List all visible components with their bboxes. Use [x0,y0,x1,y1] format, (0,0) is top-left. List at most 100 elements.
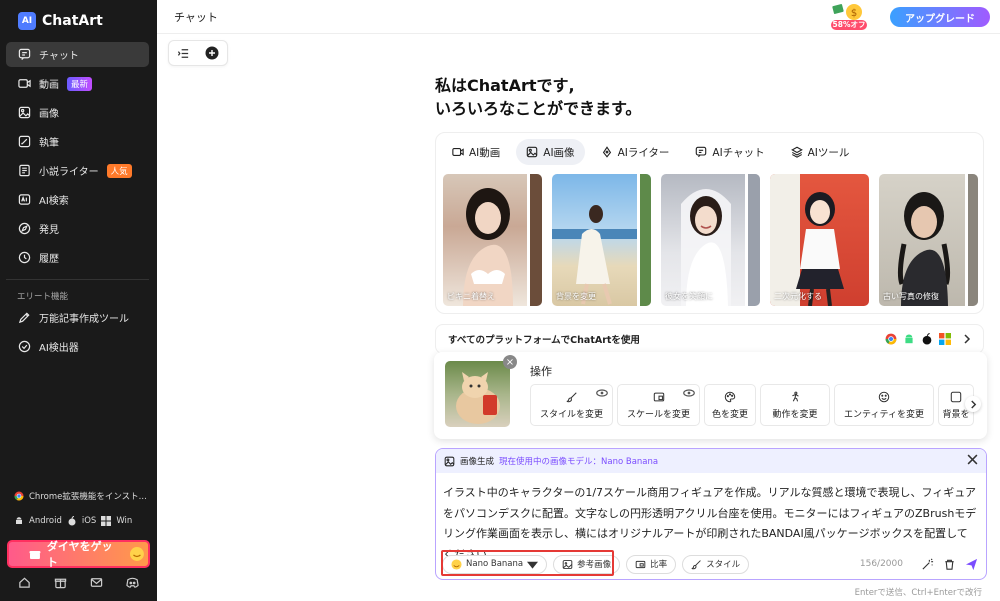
ai-search-icon [18,194,31,205]
thumbnail-label: ビキニ着替え [447,292,495,301]
windows-link[interactable]: Win [116,516,132,526]
bride-image [681,174,760,306]
change-color-button[interactable]: 色を変更 [704,384,756,426]
example-smile[interactable]: 彼女を笑顔に [661,174,760,306]
video-icon [452,148,464,156]
operations-next-button[interactable] [965,396,981,412]
book-icon [19,164,30,177]
discord-icon[interactable] [126,576,140,589]
change-motion-button[interactable]: 動作を変更 [760,384,830,426]
operations-title: 操作 [530,365,552,378]
sidebar-item-ai-search[interactable]: AI検索 [6,187,149,212]
aspect-ratio-button[interactable]: 比率 [626,554,677,574]
keyboard-hint: Enterで送信、Ctrl+Enterで改行 [854,588,982,598]
tab-label: AI画像 [543,146,575,159]
sidebar-item-novel-writer[interactable]: 小説ライター 人気 [6,158,149,183]
anime-image [770,174,844,306]
trash-icon[interactable] [943,558,956,571]
upgrade-button[interactable]: アップグレード [890,7,990,27]
sidebar-item-writing[interactable]: 執筆 [6,129,149,154]
gift-box-icon[interactable] [54,576,67,589]
mail-icon[interactable] [90,576,103,589]
sidebar-item-label: 万能記事作成ツール [39,314,129,325]
thumbnail-label: 二次元化する [774,292,822,301]
new-chat-icon[interactable] [205,46,219,60]
uploaded-image[interactable] [445,361,510,427]
android-link[interactable]: Android [29,516,62,526]
apple-icon [922,333,932,345]
sidebar-item-ai-detector[interactable]: AI検出器 [6,334,149,359]
example-anime[interactable]: 二次元化する [770,174,869,306]
motion-icon [792,391,799,402]
example-bikini[interactable]: ビキニ着替え [443,174,542,306]
op-label: 色を変更 [711,409,748,420]
sidebar-item-label: 発見 [39,225,59,236]
tab-ai-writer[interactable]: AIライター [591,139,680,165]
greeting-line-2: いろいろなことができます。 [435,99,642,118]
sidebar-item-label: AI検出器 [39,343,79,354]
windows-icon [939,333,951,345]
eye-icon [683,389,695,397]
sidebar-item-discover[interactable]: 発見 [6,216,149,241]
op-label: スタイルを変更 [539,409,603,420]
ios-link[interactable]: iOS [82,516,96,526]
palette-icon [724,391,736,402]
aspect-ratio-label: 比率 [650,560,668,570]
scale-icon [653,392,664,401]
sidebar-item-label: 画像 [39,109,59,120]
sidebar-toggle-icon[interactable] [177,47,190,60]
portrait-image [463,174,542,306]
change-scale-button[interactable]: スケールを変更 [617,384,700,426]
style-label: スタイル [706,560,741,570]
sidebar-item-chat[interactable]: チャット [6,42,149,67]
sidebar-item-image[interactable]: 画像 [6,100,149,125]
close-icon[interactable] [967,454,978,465]
sale-badge[interactable]: $ 58%オフ [829,2,869,31]
eye-icon [596,389,608,397]
send-icon[interactable] [965,558,978,571]
check-circle-icon [18,340,31,353]
platform-icons [885,333,951,345]
chat-icon [18,48,31,61]
sidebar-item-article-tool[interactable]: 万能記事作成ツール [6,305,149,330]
reference-image-label: 参考画像 [577,560,612,570]
style-button[interactable]: スタイル [682,554,750,574]
prompt-actions [921,558,978,571]
sidebar-item-history[interactable]: 履歴 [6,245,149,270]
change-entity-button[interactable]: エンティティを変更 [834,384,934,426]
sidebar-item-video[interactable]: 動画 最新 [6,71,149,96]
sidebar-item-label: AI検索 [39,196,69,207]
ratio-icon [635,560,646,568]
svg-text:$: $ [851,8,857,19]
apple-icon [68,516,76,526]
android-icon [16,517,22,524]
model-select[interactable]: Nano Banana [442,554,548,574]
tab-label: AIチャット [712,146,765,159]
history-icon [18,251,31,264]
chevron-right-icon [970,400,976,408]
logo[interactable]: AI ChatArt [18,12,103,30]
get-diamonds-button[interactable]: ダイヤをゲット [7,540,150,569]
chrome-extension-link[interactable]: Chrome拡張機能をインスト... [14,490,147,502]
platform-bar[interactable]: すべてのプラットフォームでChatArtを使用 [435,324,984,354]
tab-label: AIライター [617,146,670,159]
example-change-background[interactable]: 背景を変更 [552,174,651,306]
remove-image-button[interactable]: × [503,355,517,369]
image-add-icon [562,559,573,569]
example-photo-restore[interactable]: 古い写真の修復 [879,174,978,306]
reference-image-button[interactable]: 参考画像 [553,554,621,574]
cat-image [456,372,500,424]
tab-ai-image[interactable]: AI画像 [516,139,585,165]
op-label: エンティティを変更 [844,409,924,420]
prompt-toolbar: Nano Banana 参考画像 比率 スタイル 156/2000 [442,553,978,575]
operations-panel: × 操作 スタイルを変更 スケールを変更 色を変更 動作を変更 エンティティを変… [434,352,987,439]
tab-ai-tools[interactable]: AIツール [781,139,860,165]
home-icon[interactable] [18,576,31,589]
tab-ai-chat[interactable]: AIチャット [685,139,774,165]
magic-wand-icon[interactable] [921,558,934,571]
tab-ai-video[interactable]: AI動画 [442,139,510,165]
thumbnail-label: 彼女を笑顔に [665,292,713,301]
thumbnail-label: 背景を変更 [556,292,596,301]
change-style-button[interactable]: スタイルを変更 [530,384,613,426]
current-model-label: 現在使用中の画像モデル：Nano Banana [499,457,659,467]
